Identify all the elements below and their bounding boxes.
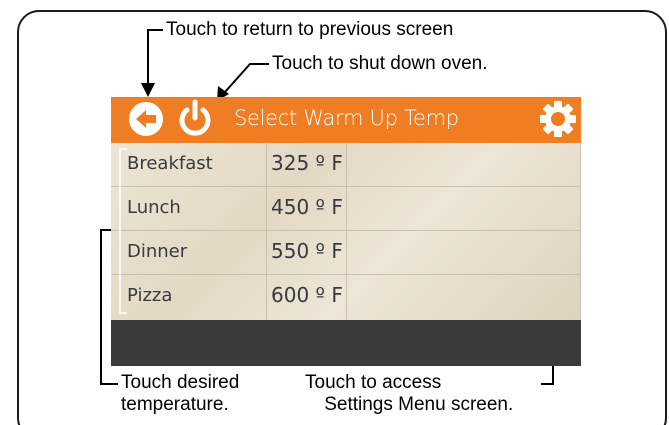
column-divider: [266, 143, 267, 320]
meal-name: Lunch: [127, 197, 181, 218]
back-arrow-icon[interactable]: [128, 101, 164, 137]
meal-temp: 600 º F: [271, 283, 343, 307]
meal-name: Dinner: [127, 241, 188, 262]
callout-settings-line1: Touch to access: [305, 372, 442, 393]
power-icon[interactable]: [178, 99, 212, 139]
footer-bar: [111, 320, 581, 366]
callout-desired-temperature: Touch desired temperature.: [121, 372, 239, 416]
return-arrowhead: [141, 83, 155, 97]
return-leader-line: [147, 29, 163, 85]
callout-desired-line2: temperature.: [121, 394, 229, 415]
oven-screen: Select Warm Up Temp Breakfast 325 º F Lu…: [111, 97, 581, 366]
title-bar: Select Warm Up Temp: [111, 97, 581, 143]
shutdown-leader-line: [224, 63, 269, 93]
callout-settings-line2: Settings Menu screen.: [324, 394, 514, 415]
meal-name: Pizza: [127, 285, 173, 306]
column-divider: [346, 143, 347, 320]
meal-name: Breakfast: [127, 153, 213, 174]
meal-temp: 450 º F: [271, 195, 343, 219]
screen-title: Select Warm Up Temp: [234, 106, 459, 130]
callout-settings: Touch to access Settings Menu screen.: [305, 372, 513, 416]
gear-icon[interactable]: [539, 100, 577, 138]
callout-shutdown: Touch to shut down oven.: [272, 53, 488, 74]
callout-desired-line1: Touch desired: [121, 372, 240, 393]
callout-return: Touch to return to previous screen: [166, 19, 454, 40]
meal-temp: 325 º F: [271, 151, 343, 175]
column-divider: [580, 143, 581, 320]
meal-temp: 550 º F: [271, 239, 343, 263]
